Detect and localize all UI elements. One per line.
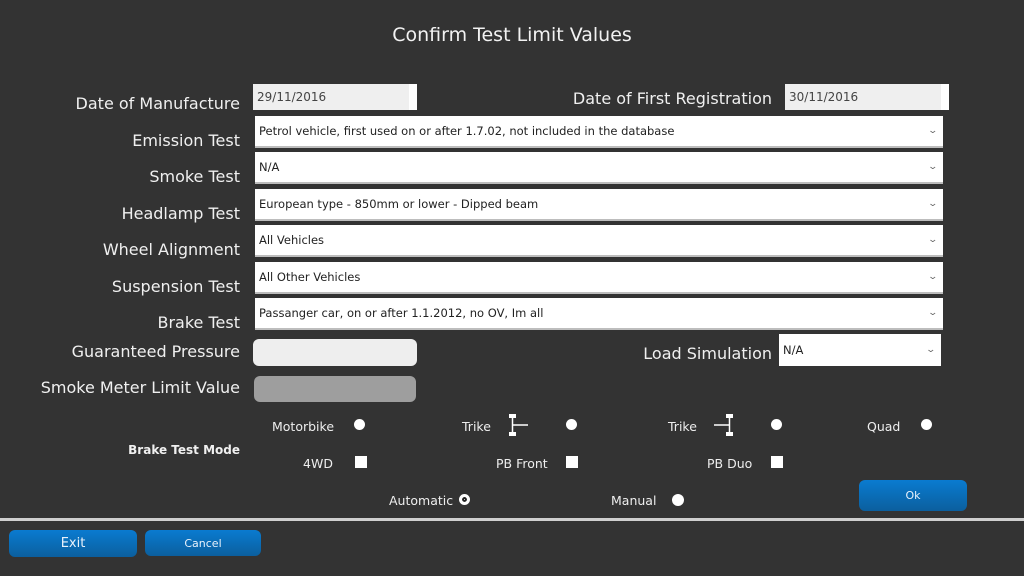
- date-of-first-registration-field[interactable]: 30/11/2016: [785, 84, 949, 110]
- chevron-down-icon: ⌄: [927, 162, 939, 172]
- pb-front-label: PB Front: [496, 456, 548, 471]
- trike-rear-axle-icon: [714, 414, 733, 436]
- 4wd-checkbox[interactable]: [355, 456, 367, 468]
- load-simulation-select[interactable]: N/A ⌄: [779, 334, 941, 366]
- suspension-test-label: Suspension Test: [111, 277, 240, 296]
- divider: [0, 518, 1024, 521]
- wheel-alignment-label: Wheel Alignment: [102, 240, 240, 259]
- ok-button[interactable]: Ok: [859, 480, 967, 511]
- suspension-test-select[interactable]: All Other Vehicles ⌄: [255, 262, 943, 294]
- exit-button[interactable]: Exit: [9, 530, 137, 557]
- date-of-manufacture-field[interactable]: 29/11/2016: [253, 84, 417, 110]
- trike-front-axle-icon: [509, 414, 528, 436]
- quad-radio[interactable]: [921, 419, 932, 430]
- smoke-test-select[interactable]: N/A ⌄: [255, 152, 943, 184]
- brake-test-value: Passanger car, on or after 1.1.2012, no …: [259, 306, 544, 320]
- smoke-meter-limit-label: Smoke Meter Limit Value: [40, 378, 240, 397]
- chevron-down-icon: ⌄: [927, 235, 939, 245]
- headlamp-test-select[interactable]: European type - 850mm or lower - Dipped …: [255, 189, 943, 221]
- date-of-manufacture-label: Date of Manufacture: [75, 94, 240, 113]
- chevron-down-icon: ⌄: [927, 199, 939, 209]
- guaranteed-pressure-input[interactable]: [253, 339, 417, 366]
- pb-duo-checkbox[interactable]: [771, 456, 783, 468]
- smoke-test-label: Smoke Test: [149, 167, 240, 186]
- brake-test-mode-label: Brake Test Mode: [128, 443, 240, 457]
- automatic-label: Automatic: [389, 493, 454, 508]
- emission-test-select[interactable]: Petrol vehicle, first used on or after 1…: [255, 116, 943, 148]
- headlamp-test-value: European type - 850mm or lower - Dipped …: [259, 197, 539, 211]
- emission-test-label: Emission Test: [132, 131, 240, 150]
- brake-test-label: Brake Test: [157, 313, 241, 332]
- chevron-down-icon: ⌄: [925, 345, 937, 355]
- guaranteed-pressure-label: Guaranteed Pressure: [71, 342, 240, 361]
- chevron-down-icon: ⌄: [927, 126, 939, 136]
- trike-front-label: Trike: [462, 419, 491, 434]
- date-of-first-registration-label: Date of First Registration: [572, 89, 772, 108]
- trike-front-radio[interactable]: [566, 419, 577, 430]
- manual-radio[interactable]: [672, 494, 684, 506]
- quad-label: Quad: [867, 419, 901, 434]
- manual-label: Manual: [611, 493, 657, 508]
- automatic-radio[interactable]: [459, 494, 470, 505]
- wheel-alignment-value: All Vehicles: [259, 233, 325, 247]
- wheel-alignment-select[interactable]: All Vehicles ⌄: [255, 225, 943, 257]
- pb-front-checkbox[interactable]: [566, 456, 578, 468]
- suspension-test-value: All Other Vehicles: [259, 270, 361, 284]
- load-simulation-label: Load Simulation: [643, 344, 772, 363]
- chevron-down-icon: ⌄: [927, 308, 939, 318]
- 4wd-label: 4WD: [303, 456, 333, 471]
- brake-test-select[interactable]: Passanger car, on or after 1.1.2012, no …: [255, 298, 943, 330]
- trike-rear-label: Trike: [668, 419, 697, 434]
- motorbike-radio[interactable]: [354, 419, 365, 430]
- pb-duo-label: PB Duo: [707, 456, 753, 471]
- headlamp-test-label: Headlamp Test: [121, 204, 240, 223]
- emission-test-value: Petrol vehicle, first used on or after 1…: [259, 124, 675, 138]
- load-simulation-value: N/A: [783, 343, 804, 357]
- motorbike-label: Motorbike: [272, 419, 335, 434]
- smoke-test-value: N/A: [259, 160, 280, 174]
- chevron-down-icon: ⌄: [927, 272, 939, 282]
- trike-rear-radio[interactable]: [771, 419, 782, 430]
- dialog-title: Confirm Test Limit Values: [392, 24, 632, 46]
- smoke-meter-limit-input[interactable]: [254, 376, 416, 402]
- cancel-button[interactable]: Cancel: [145, 530, 261, 556]
